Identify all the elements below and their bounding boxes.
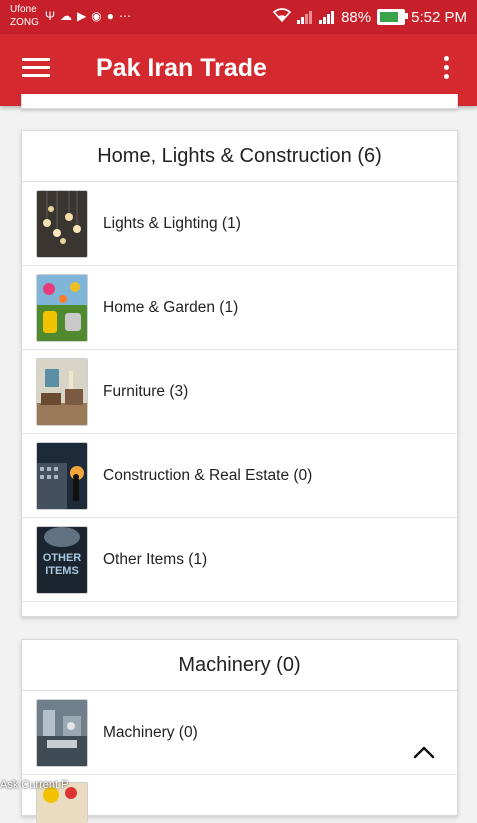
list-item-label: Home & Garden (1) bbox=[103, 298, 239, 316]
category-card-machinery: Machinery (0) Machinery (0) bbox=[21, 639, 458, 823]
battery-icon bbox=[377, 9, 409, 25]
youtube-icon: ▶ bbox=[77, 9, 87, 23]
snapchat-icon: ☁ bbox=[60, 9, 73, 23]
list-item-label: Machinery (0) bbox=[103, 723, 198, 741]
card-footer-space bbox=[22, 602, 457, 616]
list-item-label: Other Items (1) bbox=[103, 550, 208, 568]
chat-icon: ● bbox=[106, 9, 114, 23]
previous-card-bottom bbox=[21, 94, 458, 109]
list-item-other-items[interactable]: OTHER ITEMS Other Items (1) bbox=[22, 518, 457, 602]
machinery-thumbnail bbox=[36, 698, 88, 767]
clock: 5:52 PM bbox=[411, 8, 467, 26]
list-item-label: Construction & Real Estate (0) bbox=[103, 466, 313, 484]
notification-icons: Ψ ☁ ▶ ◉ ● ⋯ bbox=[45, 8, 131, 24]
other-items-thumbnail: OTHER ITEMS bbox=[36, 525, 88, 594]
list-item-construction-real-estate[interactable]: Construction & Real Estate (0) bbox=[22, 434, 457, 518]
app-title: Pak Iran Trade bbox=[96, 54, 267, 82]
hamburger-menu-icon[interactable] bbox=[22, 58, 50, 82]
carrier-1: Ufone bbox=[10, 4, 37, 15]
signal-icon-1 bbox=[297, 10, 313, 24]
lights-thumbnail bbox=[36, 189, 88, 258]
scroll-to-top-chevron-up-icon[interactable] bbox=[407, 735, 441, 769]
list-item-furniture[interactable]: Furniture (3) bbox=[22, 350, 457, 434]
list-item-label: Furniture (3) bbox=[103, 382, 189, 400]
overflow-menu-icon[interactable] bbox=[443, 56, 451, 84]
battery-percent: 88% bbox=[341, 8, 372, 26]
home-garden-thumbnail bbox=[36, 273, 88, 342]
wifi-icon bbox=[272, 8, 292, 26]
thumb-text-other: OTHER bbox=[43, 552, 82, 564]
construction-thumbnail bbox=[36, 441, 88, 510]
list-item-lights-lighting[interactable]: Lights & Lighting (1) bbox=[22, 182, 457, 266]
carrier-names: Ufone ZONG bbox=[10, 3, 39, 29]
list-item-label: Lights & Lighting (1) bbox=[103, 214, 241, 232]
status-bar: Ufone ZONG Ψ ☁ ▶ ◉ ● ⋯ 88% 5:52 PM bbox=[0, 0, 477, 34]
category-title: Machinery (0) bbox=[22, 640, 457, 691]
carrier-2: ZONG bbox=[10, 17, 39, 28]
list-item-machinery[interactable]: Machinery (0) bbox=[22, 691, 457, 775]
category-card-home-lights-construction: Home, Lights & Construction (6) Lights &… bbox=[21, 130, 458, 617]
more-dots-icon: ⋯ bbox=[119, 9, 131, 23]
thumb-text-items: ITEMS bbox=[45, 565, 79, 577]
usb-icon: Ψ bbox=[45, 9, 56, 23]
furniture-thumbnail bbox=[36, 357, 88, 426]
category-title: Home, Lights & Construction (6) bbox=[22, 131, 457, 182]
list-item-home-garden[interactable]: Home & Garden (1) bbox=[22, 266, 457, 350]
system-status: 88% 5:52 PM bbox=[272, 8, 467, 26]
media-icon: ◉ bbox=[91, 9, 102, 23]
watermark-text: Ask Current P bbox=[0, 779, 69, 791]
signal-icon-2 bbox=[319, 10, 335, 24]
